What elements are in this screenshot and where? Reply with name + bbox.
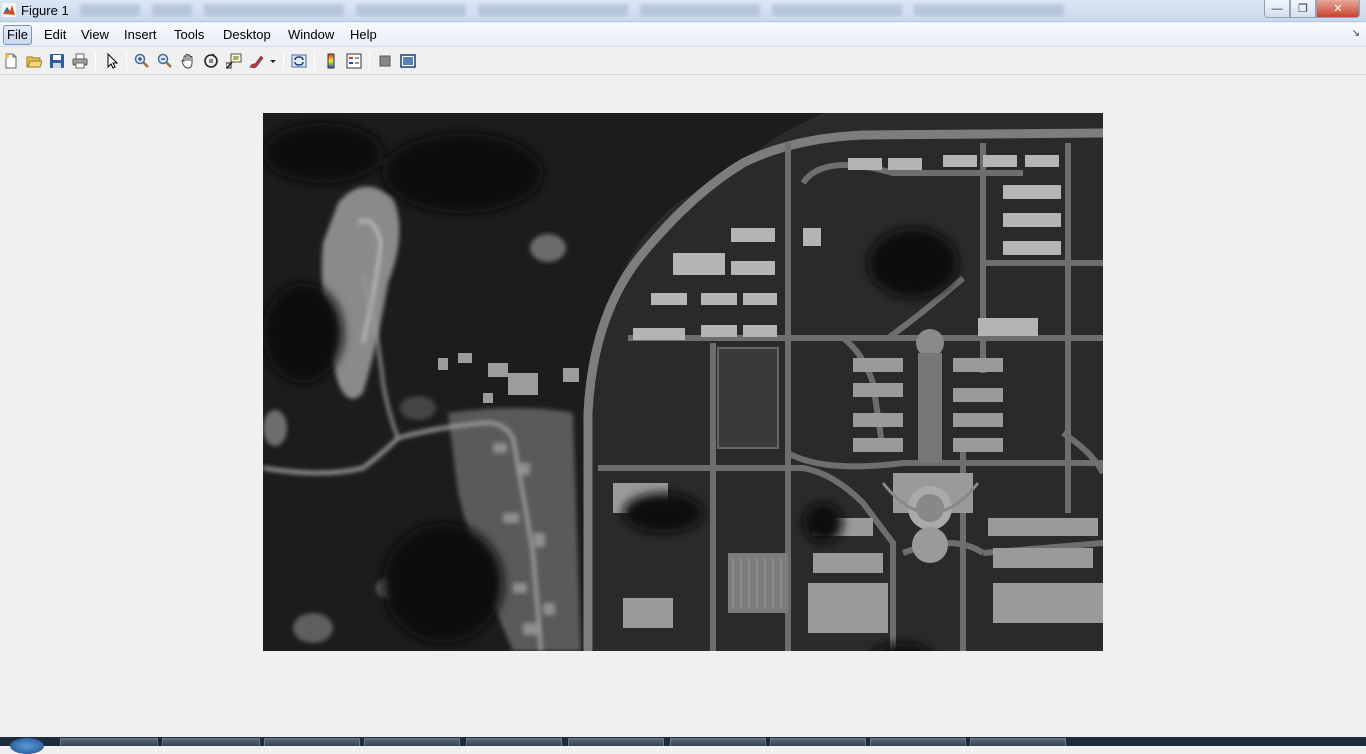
pan-hand-icon[interactable] bbox=[179, 52, 197, 70]
show-plot-tools-icon[interactable] bbox=[399, 52, 417, 70]
print-figure-icon[interactable] bbox=[71, 52, 89, 70]
taskbar-button[interactable] bbox=[162, 738, 260, 746]
start-button[interactable] bbox=[10, 738, 44, 754]
taskbar-button[interactable] bbox=[264, 738, 360, 746]
open-file-icon[interactable] bbox=[25, 52, 43, 70]
title-bar: Figure 1 — ❐ ✕ bbox=[0, 0, 1366, 22]
aerial-image bbox=[263, 113, 1103, 651]
taskbar-button[interactable] bbox=[568, 738, 664, 746]
matlab-logo-icon bbox=[2, 3, 16, 17]
insert-legend-icon[interactable] bbox=[345, 52, 363, 70]
menu-tools[interactable]: Tools bbox=[170, 25, 208, 45]
taskbar-button[interactable] bbox=[466, 738, 562, 746]
new-figure-icon[interactable] bbox=[2, 52, 20, 70]
menu-view[interactable]: View bbox=[77, 25, 113, 45]
hide-plot-tools-icon[interactable] bbox=[376, 52, 394, 70]
data-cursor-icon[interactable] bbox=[225, 52, 243, 70]
minimize-button[interactable]: — bbox=[1264, 0, 1290, 18]
toolbar-separator bbox=[95, 52, 96, 71]
toolbar-separator bbox=[314, 52, 315, 71]
rotate-3d-icon[interactable] bbox=[202, 52, 220, 70]
toolbar-separator bbox=[126, 52, 127, 71]
menu-window[interactable]: Window bbox=[284, 25, 338, 45]
taskbar-button[interactable] bbox=[60, 738, 158, 746]
zoom-in-icon[interactable] bbox=[133, 52, 151, 70]
dock-figure-icon[interactable]: ↘ bbox=[1352, 28, 1360, 39]
zoom-out-icon[interactable] bbox=[156, 52, 174, 70]
maximize-button[interactable]: ❐ bbox=[1290, 0, 1316, 18]
insert-colorbar-icon[interactable] bbox=[322, 52, 340, 70]
link-plot-icon[interactable] bbox=[290, 52, 308, 70]
aerial-image-render bbox=[263, 113, 1103, 651]
taskbar-button[interactable] bbox=[770, 738, 866, 746]
figure-toolbar bbox=[0, 48, 1366, 75]
taskbar-button[interactable] bbox=[670, 738, 766, 746]
menu-insert[interactable]: Insert bbox=[120, 25, 161, 45]
menu-bar: File Edit View Insert Tools Desktop Wind… bbox=[0, 23, 1366, 47]
menu-help[interactable]: Help bbox=[346, 25, 381, 45]
taskbar-button[interactable] bbox=[970, 738, 1066, 746]
taskbar-button[interactable] bbox=[364, 738, 460, 746]
menu-edit[interactable]: Edit bbox=[40, 25, 70, 45]
taskbar-button[interactable] bbox=[870, 738, 966, 746]
window-title: Figure 1 bbox=[21, 3, 69, 18]
close-button[interactable]: ✕ bbox=[1316, 0, 1360, 18]
toolbar-separator bbox=[369, 52, 370, 71]
brush-icon[interactable] bbox=[248, 52, 278, 70]
menu-desktop[interactable]: Desktop bbox=[219, 25, 275, 45]
windows-taskbar bbox=[0, 737, 1366, 754]
save-figure-icon[interactable] bbox=[48, 52, 66, 70]
edit-plot-arrow-icon[interactable] bbox=[103, 52, 121, 70]
toolbar-separator bbox=[283, 52, 284, 71]
menu-file[interactable]: File bbox=[3, 25, 32, 45]
background-browser-tabs bbox=[80, 4, 1230, 20]
